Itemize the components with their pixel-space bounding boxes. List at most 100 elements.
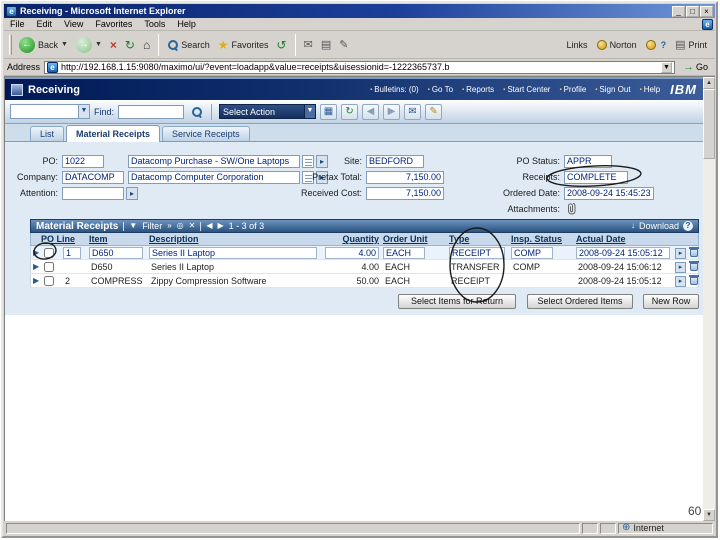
cell-description[interactable]: Series II Laptop [151,261,214,273]
cell-description[interactable]: Zippy Compression Software [151,275,267,287]
cell-description[interactable]: Series II Laptop [149,247,317,259]
filter-label[interactable]: Filter [142,221,162,231]
col-insp-status[interactable]: Insp. Status [511,233,562,246]
received-cost-field[interactable]: 7,150.00 [366,187,444,200]
select-action-dropdown[interactable]: Select Action ▼ [219,104,317,119]
find-button[interactable] [188,104,204,120]
col-item[interactable]: Item [89,233,108,246]
norton-shield-icon[interactable] [645,39,656,50]
cell-order-unit[interactable]: EACH [383,247,425,259]
menu-edit[interactable]: Edit [31,18,59,31]
po-status-field[interactable]: APPR [564,155,612,168]
row-detail-arrow-icon[interactable]: ▶ [33,261,39,273]
link-profile[interactable]: ▪ Profile [559,85,586,94]
print-link-button[interactable]: ▤ Print [671,33,711,57]
pretax-total-field[interactable]: 7,150.00 [366,171,444,184]
close-button[interactable]: × [700,5,713,17]
cell-type[interactable]: RECEIPT [451,275,490,287]
link-help[interactable]: ▪ Help [640,85,661,94]
col-description[interactable]: Description [149,233,199,246]
col-type[interactable]: Type [449,233,469,246]
row-detail-arrow-icon[interactable]: ▶ [33,275,39,287]
forward-button[interactable]: → ▼ [72,33,106,57]
row-detail-icon[interactable]: ▸ [675,276,686,287]
menu-view[interactable]: View [58,18,89,31]
new-row-button[interactable]: New Row [643,294,699,309]
filter-expand-icon[interactable]: » [167,221,171,231]
forward-dropdown-icon[interactable]: ▼ [95,41,102,48]
address-dropdown-icon[interactable]: ▼ [660,61,672,73]
cell-po-line[interactable]: 1 [63,247,81,259]
menu-file[interactable]: File [4,18,31,31]
go-button[interactable]: → Go [679,60,712,75]
menu-tools[interactable]: Tools [138,18,171,31]
next-record-button[interactable]: ▶ [383,103,401,120]
home-button[interactable]: ⌂ [139,33,154,57]
scrollbar-thumb[interactable] [703,89,715,159]
po-field[interactable]: 1022 [62,155,104,168]
cell-actual-date[interactable]: 2008-09-24 15:05:12 [578,275,662,287]
stop-button[interactable]: × [106,33,121,57]
cell-type[interactable]: RECEIPT [449,247,505,259]
table-row[interactable]: ▶ 2 COMPRESS Zippy Compression Software … [30,274,699,288]
cell-actual-date[interactable]: 2008-09-24 15:05:12 [576,247,670,259]
table-row[interactable]: ▶ D650 Series II Laptop 4.00 EACH TRANSF… [30,260,699,274]
minimize-button[interactable]: _ [672,5,685,17]
cell-order-unit[interactable]: EACH [385,275,410,287]
link-sign-out[interactable]: ▪ Sign Out [595,85,630,94]
paperclip-icon[interactable] [566,202,576,220]
next-page-icon[interactable]: ▶ [217,221,223,231]
query-dropdown[interactable]: ▼ [10,104,90,119]
col-quantity[interactable]: Quantity [323,233,379,246]
norton-button[interactable]: Norton [593,33,641,57]
link-start-center[interactable]: ▪ Start Center [503,85,550,94]
company-description-field[interactable]: Datacomp Computer Corporation [128,171,300,184]
download-link[interactable]: Download [639,221,679,231]
address-input[interactable]: e http://192.168.1.15:9080/maximo/ui/?ev… [44,60,675,74]
clear-changes-button[interactable]: ↻ [341,103,359,120]
previous-record-button[interactable]: ◀ [362,103,380,120]
delete-row-icon[interactable] [689,247,699,257]
filter-clear-icon[interactable]: ✕ [189,221,196,231]
company-field[interactable]: DATACOMP [62,171,124,184]
site-field[interactable]: BEDFORD [366,155,424,168]
link-bulletins[interactable]: ▪ Bulletins: (0) [370,85,419,94]
cell-insp-status[interactable]: COMP [513,261,540,273]
save-button[interactable]: ▦ [320,103,338,120]
row-detail-icon[interactable]: ▸ [675,262,686,273]
cell-quantity[interactable]: 50.00 [325,275,379,287]
ordered-date-field[interactable]: 2008-09-24 15:45:23 [564,187,654,200]
col-actual-date[interactable]: Actual Date [576,233,626,246]
filter-search-icon[interactable]: ◎ [177,221,184,231]
select-items-for-return-button[interactable]: Select Items for Return [398,294,516,309]
link-go-to[interactable]: ▪ Go To [428,85,453,94]
edit-button[interactable]: ✎ [335,33,352,57]
menu-favorites[interactable]: Favorites [89,18,138,31]
back-dropdown-icon[interactable]: ▼ [61,41,68,48]
tab-service-receipts[interactable]: Service Receipts [162,126,250,141]
table-row[interactable]: ▶ 1 D650 Series II Laptop 4.00 EACH RECE… [30,246,699,260]
cell-type[interactable]: TRANSFER [451,261,500,273]
cell-item[interactable]: D650 [89,247,143,259]
delete-row-icon[interactable] [689,275,699,285]
maximize-button[interactable]: □ [686,5,699,17]
scroll-up-icon[interactable]: ▲ [703,77,715,89]
cell-quantity[interactable]: 4.00 [325,247,379,259]
vertical-scrollbar[interactable]: ▲ ▼ [703,77,715,521]
cell-order-unit[interactable]: EACH [385,261,410,273]
tab-material-receipts[interactable]: Material Receipts [66,125,161,142]
scroll-down-icon[interactable]: ▼ [703,509,715,521]
cell-quantity[interactable]: 4.00 [325,261,379,273]
col-po-line[interactable]: PO Line [41,233,75,246]
change-status-button[interactable]: ✉ [404,103,422,120]
attachments-toolbar-button[interactable]: ✎ [425,103,443,120]
attention-field[interactable] [62,187,124,200]
cell-actual-date[interactable]: 2008-09-24 15:06:12 [578,261,662,273]
history-button[interactable]: ↺ [273,33,291,57]
links-label[interactable]: Links [567,40,588,50]
mail-button[interactable]: ✉ [300,33,317,57]
filter-funnel-icon[interactable]: ▼ [129,221,137,231]
cell-item[interactable]: D650 [91,261,113,273]
print-button[interactable]: ▤ [317,33,335,57]
favorites-button[interactable]: ★ Favorites [214,33,273,57]
